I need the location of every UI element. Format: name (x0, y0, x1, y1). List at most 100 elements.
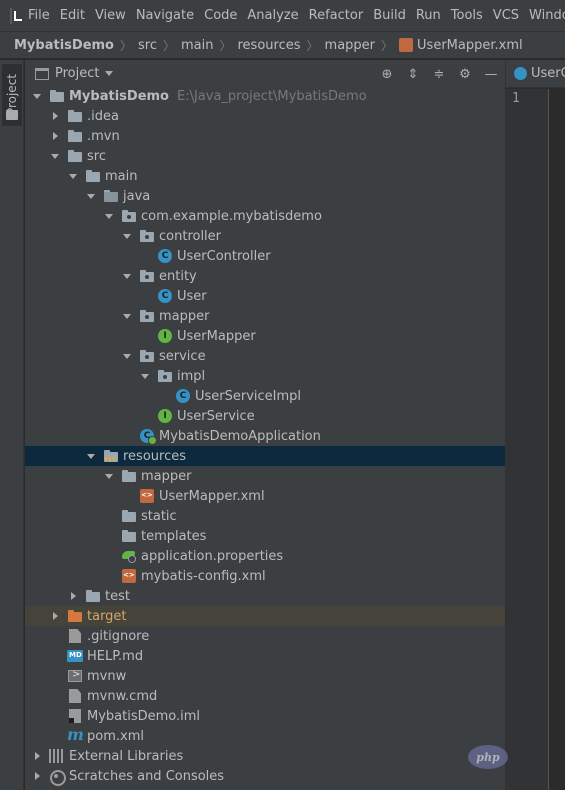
tree-item-label: mvnw (87, 668, 127, 684)
menu-view[interactable]: View (91, 8, 132, 23)
tree-item-label: service (159, 348, 206, 364)
chevron-right-icon[interactable] (67, 590, 79, 602)
folder-icon (85, 169, 101, 183)
gear-icon[interactable]: ⚙ (457, 66, 473, 82)
chevron-down-icon[interactable] (67, 170, 79, 182)
chevron-down-icon[interactable] (121, 270, 133, 282)
chevron-down-icon[interactable] (49, 150, 61, 162)
tree-row[interactable]: I UserService (25, 406, 505, 426)
tree-row[interactable]: src (25, 146, 505, 166)
menu-vcs[interactable]: VCS (489, 8, 525, 23)
editor-tab-usercontroller[interactable]: UserController (531, 66, 565, 81)
tree-row[interactable]: mybatis-config.xml (25, 566, 505, 586)
breadcrumb-item[interactable]: MybatisDemo (14, 38, 114, 53)
tree-row[interactable]: target (25, 606, 505, 626)
tree-row[interactable]: application.properties (25, 546, 505, 566)
chevron-down-icon[interactable] (121, 310, 133, 322)
chevron-down-icon[interactable] (85, 190, 97, 202)
package-icon (121, 209, 137, 223)
tree-row[interactable]: impl (25, 366, 505, 386)
breadcrumb-separator: 〉 (306, 38, 319, 53)
tree-row[interactable]: entity (25, 266, 505, 286)
menu-window[interactable]: Window (525, 8, 565, 23)
folder-icon (121, 529, 137, 543)
tree-row[interactable]: resources (25, 446, 505, 466)
tree-row[interactable]: .idea (25, 106, 505, 126)
chevron-right-icon[interactable] (31, 770, 43, 782)
tree-row[interactable]: C UserServiceImpl (25, 386, 505, 406)
xml-file-icon (122, 569, 136, 583)
menu-refactor[interactable]: Refactor (305, 8, 370, 23)
tree-row[interactable]: controller (25, 226, 505, 246)
breadcrumb-item[interactable]: resources (238, 38, 301, 53)
expand-all-icon[interactable]: ⇕ (405, 66, 421, 82)
tree-row[interactable]: External Libraries (25, 746, 505, 766)
tree-row[interactable]: C User (25, 286, 505, 306)
tree-row[interactable]: static (25, 506, 505, 526)
menu-file[interactable]: File (24, 8, 56, 23)
menu-run[interactable]: Run (412, 8, 447, 23)
tree-row[interactable]: MybatisDemo.iml (25, 706, 505, 726)
chevron-down-icon[interactable] (105, 71, 114, 76)
collapse-all-icon[interactable]: ≑ (431, 66, 447, 82)
breadcrumb-item[interactable]: mapper (325, 38, 375, 53)
tree-row[interactable]: UserMapper.xml (25, 486, 505, 506)
chevron-right-icon[interactable] (49, 110, 61, 122)
breadcrumb-item[interactable]: UserMapper.xml (417, 38, 523, 53)
chevron-down-icon[interactable] (121, 350, 133, 362)
tree-row[interactable]: Scratches and Consoles (25, 766, 505, 786)
tree-row[interactable]: C MybatisDemoApplication (25, 426, 505, 446)
project-path-hint: E:\Java_project\MybatisDemo (176, 88, 367, 104)
menu-tools[interactable]: Tools (447, 8, 489, 23)
tree-row[interactable]: java (25, 186, 505, 206)
tree-row[interactable]: .gitignore (25, 626, 505, 646)
chevron-right-icon[interactable] (49, 130, 61, 142)
minimize-icon[interactable]: — (483, 66, 499, 82)
menu-edit[interactable]: Edit (56, 8, 91, 23)
project-view-selector[interactable]: Project (55, 66, 99, 81)
maven-pom-icon (67, 725, 84, 744)
chevron-down-icon[interactable] (31, 90, 43, 102)
breadcrumb-item[interactable]: main (181, 38, 213, 53)
tree-row[interactable]: MybatisDemo E:\Java_project\MybatisDemo (25, 86, 505, 106)
tree-row[interactable]: templates (25, 526, 505, 546)
tree-row[interactable]: C UserController (25, 246, 505, 266)
breadcrumb-separator: 〉 (119, 38, 132, 53)
editor-tab-bar: UserController (505, 60, 565, 88)
chevron-down-icon[interactable] (85, 450, 97, 462)
executable-file-icon (68, 669, 82, 682)
tree-item-label: UserController (177, 248, 271, 264)
menu-navigate[interactable]: Navigate (132, 8, 200, 23)
tree-row[interactable]: mapper (25, 306, 505, 326)
tree-row[interactable]: HELP.md (25, 646, 505, 666)
tree-row[interactable]: mapper (25, 466, 505, 486)
menu-code[interactable]: Code (200, 8, 243, 23)
editor-area[interactable] (549, 89, 565, 790)
project-panel-header: Project ⊕ ⇕ ≑ ⚙ — (25, 60, 505, 88)
menu-analyze[interactable]: Analyze (243, 8, 304, 23)
chevron-right-icon[interactable] (49, 610, 61, 622)
chevron-down-icon[interactable] (121, 230, 133, 242)
locate-icon[interactable]: ⊕ (379, 66, 395, 82)
tree-item-label: src (87, 148, 106, 164)
tree-row[interactable]: mvnw (25, 666, 505, 686)
chevron-down-icon[interactable] (103, 470, 115, 482)
breadcrumb-item[interactable]: src (138, 38, 157, 53)
tree-row[interactable]: I UserMapper (25, 326, 505, 346)
tree-row[interactable]: com.example.mybatisdemo (25, 206, 505, 226)
tree-row[interactable]: .mvn (25, 126, 505, 146)
intellij-logo-icon (10, 7, 22, 24)
tree-row[interactable]: test (25, 586, 505, 606)
tree-row[interactable]: main (25, 166, 505, 186)
package-icon (139, 349, 155, 363)
tree-row[interactable]: mvnw.cmd (25, 686, 505, 706)
chevron-down-icon[interactable] (139, 370, 151, 382)
tree-item-label: mapper (159, 308, 210, 324)
tree-item-label: application.properties (141, 548, 284, 564)
chevron-down-icon[interactable] (103, 210, 115, 222)
chevron-right-icon[interactable] (31, 750, 43, 762)
tree-row[interactable]: service (25, 346, 505, 366)
menu-build[interactable]: Build (369, 8, 412, 23)
package-icon (139, 309, 155, 323)
tree-row[interactable]: pom.xml (25, 725, 505, 746)
